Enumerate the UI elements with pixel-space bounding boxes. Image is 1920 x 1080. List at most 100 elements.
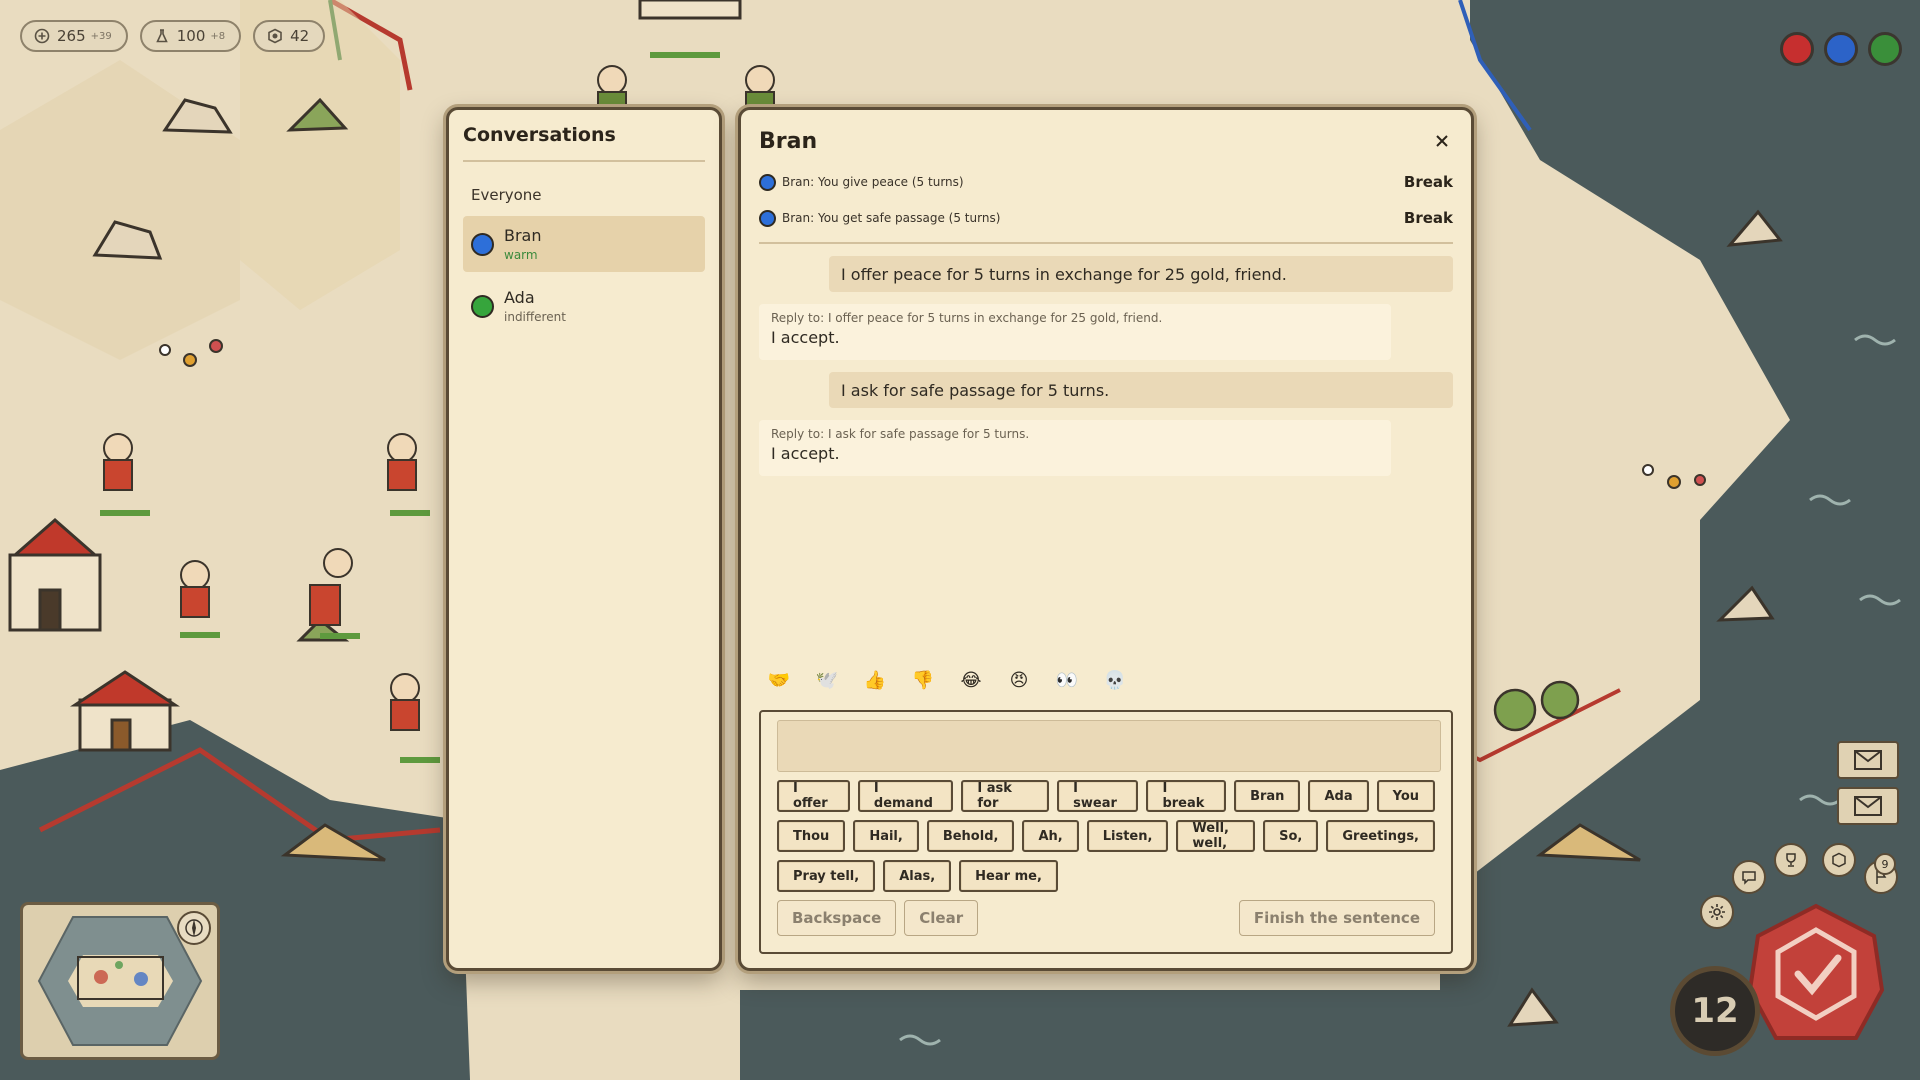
word-button[interactable]: I swear <box>1057 780 1139 812</box>
conversations-panel: Conversations Everyone Bran warm Ada ind… <box>446 107 722 971</box>
word-button[interactable]: Thou <box>777 820 846 852</box>
bran-color-dot <box>471 232 494 256</box>
word-row: I offer I demand I ask for I swear I bre… <box>777 780 1435 812</box>
science-resource[interactable]: 100 +8 <box>139 20 242 52</box>
emoji-bar: 🤝 🕊️ 👍 👎 😂 😠 👀 💀 <box>759 666 1453 694</box>
eyes-emoji[interactable]: 👀 <box>1055 670 1079 691</box>
reply-quote: Reply to: I ask for safe passage for 5 t… <box>771 427 1030 441</box>
message-body: I accept. <box>771 444 840 463</box>
conversation-everyone[interactable]: Everyone <box>463 180 705 210</box>
settings-button[interactable] <box>1700 895 1734 929</box>
resource-bar: 265 +39 100 +8 42 <box>20 20 326 52</box>
minimap[interactable] <box>20 902 220 1060</box>
flask-icon <box>155 29 168 43</box>
word-button[interactable]: I break <box>1146 780 1227 812</box>
word-button[interactable]: Alas, <box>883 860 952 892</box>
achievements-button[interactable] <box>1774 843 1808 877</box>
word-button[interactable]: Ada <box>1308 780 1369 812</box>
thumbs-down-emoji[interactable]: 👎 <box>911 670 935 691</box>
player-red-dot[interactable] <box>1780 32 1814 66</box>
incoming-message: Reply to: I ask for safe passage for 5 t… <box>759 420 1391 476</box>
treaty-color-dot <box>759 209 776 227</box>
turn-counter: 12 <box>1670 966 1760 1056</box>
incoming-message: Reply to: I offer peace for 5 turns in e… <box>759 304 1391 360</box>
handshake-emoji[interactable]: 🤝 <box>767 670 791 691</box>
ada-color-dot <box>471 294 494 318</box>
conversations-title: Conversations <box>463 124 705 162</box>
word-button[interactable]: Behold, <box>926 820 1015 852</box>
diplomacy-mail-button[interactable] <box>1837 741 1899 779</box>
treaty-text: Bran: You give peace (5 turns) <box>782 175 964 189</box>
treaty-item: Bran: You give peace (5 turns) Break <box>759 164 1453 200</box>
treaty-color-dot <box>759 173 776 191</box>
word-row: Pray tell, Alas, Hear me, <box>777 860 1435 892</box>
shield-icon <box>1832 852 1846 868</box>
defense-button[interactable] <box>1822 843 1856 877</box>
chat-panel: Bran Bran: You give peace (5 turns) Brea… <box>738 107 1474 971</box>
player-green-dot[interactable] <box>1868 32 1902 66</box>
player-blue-dot[interactable] <box>1824 32 1858 66</box>
science-value: 100 <box>176 27 206 45</box>
dove-emoji[interactable]: 🕊️ <box>815 670 839 691</box>
message-body: I accept. <box>771 328 840 347</box>
sentence-composer: I offer I demand I ask for I swear I bre… <box>759 710 1453 954</box>
word-button[interactable]: Listen, <box>1086 820 1169 852</box>
notification-badge: 9 <box>1874 853 1896 875</box>
chat-bubble-icon <box>1742 871 1756 885</box>
word-button[interactable]: Well, well, <box>1176 820 1256 852</box>
word-button[interactable]: Bran <box>1234 780 1301 812</box>
compass-button[interactable] <box>177 911 211 945</box>
word-button[interactable]: I demand <box>857 780 954 812</box>
gold-resource[interactable]: 265 +39 <box>20 20 128 52</box>
conversation-mood: indifferent <box>504 310 566 324</box>
clear-button[interactable]: Clear <box>904 900 979 936</box>
science-delta: +8 <box>210 30 226 42</box>
chat-title: Bran <box>759 128 818 154</box>
end-turn-button[interactable] <box>1746 900 1886 1050</box>
break-treaty-button[interactable]: Break <box>1404 209 1453 227</box>
gold-value: 265 <box>57 27 86 45</box>
treaty-text: Bran: You get safe passage (5 turns) <box>782 211 1001 225</box>
word-button[interactable]: Greetings, <box>1326 820 1435 852</box>
skull-emoji[interactable]: 💀 <box>1103 670 1127 691</box>
player-list <box>1780 32 1902 66</box>
word-button[interactable]: I ask for <box>961 780 1050 812</box>
sentence-field[interactable] <box>777 720 1441 772</box>
close-icon <box>1436 135 1448 147</box>
conversation-ada[interactable]: Ada indifferent <box>463 278 705 334</box>
close-button[interactable] <box>1431 130 1453 152</box>
defense-value: 42 <box>290 27 310 45</box>
gold-delta: +39 <box>90 30 112 42</box>
word-button[interactable]: Pray tell, <box>777 860 876 892</box>
envelope-icon <box>1854 750 1882 770</box>
chat-button[interactable] <box>1732 860 1766 894</box>
conversation-name: Bran <box>504 226 542 245</box>
treaty-list: Bran: You give peace (5 turns) Break Bra… <box>759 164 1453 244</box>
word-button[interactable]: Hear me, <box>959 860 1058 892</box>
outgoing-message: I offer peace for 5 turns in exchange fo… <box>829 256 1453 292</box>
conversation-bran[interactable]: Bran warm <box>463 216 705 272</box>
defense-resource[interactable]: 42 <box>253 20 326 52</box>
angry-emoji[interactable]: 😠 <box>1007 670 1031 691</box>
thumbs-up-emoji[interactable]: 👍 <box>863 670 887 691</box>
message-log[interactable]: I offer peace for 5 turns in exchange fo… <box>759 256 1453 662</box>
messages-mail-button[interactable] <box>1837 787 1899 825</box>
composer-actions: Backspace Clear Finish the sentence <box>777 900 1435 936</box>
conversation-mood: warm <box>504 248 538 262</box>
break-treaty-button[interactable]: Break <box>1404 173 1453 191</box>
shield-icon <box>268 28 282 44</box>
word-button[interactable]: You <box>1376 780 1435 812</box>
laughing-emoji[interactable]: 😂 <box>959 670 983 691</box>
backspace-button[interactable]: Backspace <box>777 900 897 936</box>
gear-icon <box>1709 904 1725 920</box>
word-button[interactable]: I offer <box>777 780 850 812</box>
word-button[interactable]: So, <box>1263 820 1319 852</box>
outgoing-message: I ask for safe passage for 5 turns. <box>829 372 1453 408</box>
word-button[interactable]: Hail, <box>853 820 919 852</box>
word-row: Thou Hail, Behold, Ah, Listen, Well, wel… <box>777 820 1435 852</box>
trophy-icon <box>1786 853 1796 867</box>
finish-sentence-button[interactable]: Finish the sentence <box>1238 900 1435 936</box>
treaty-item: Bran: You get safe passage (5 turns) Bre… <box>759 200 1453 236</box>
word-grid: I offer I demand I ask for I swear I bre… <box>777 780 1435 892</box>
word-button[interactable]: Ah, <box>1022 820 1079 852</box>
